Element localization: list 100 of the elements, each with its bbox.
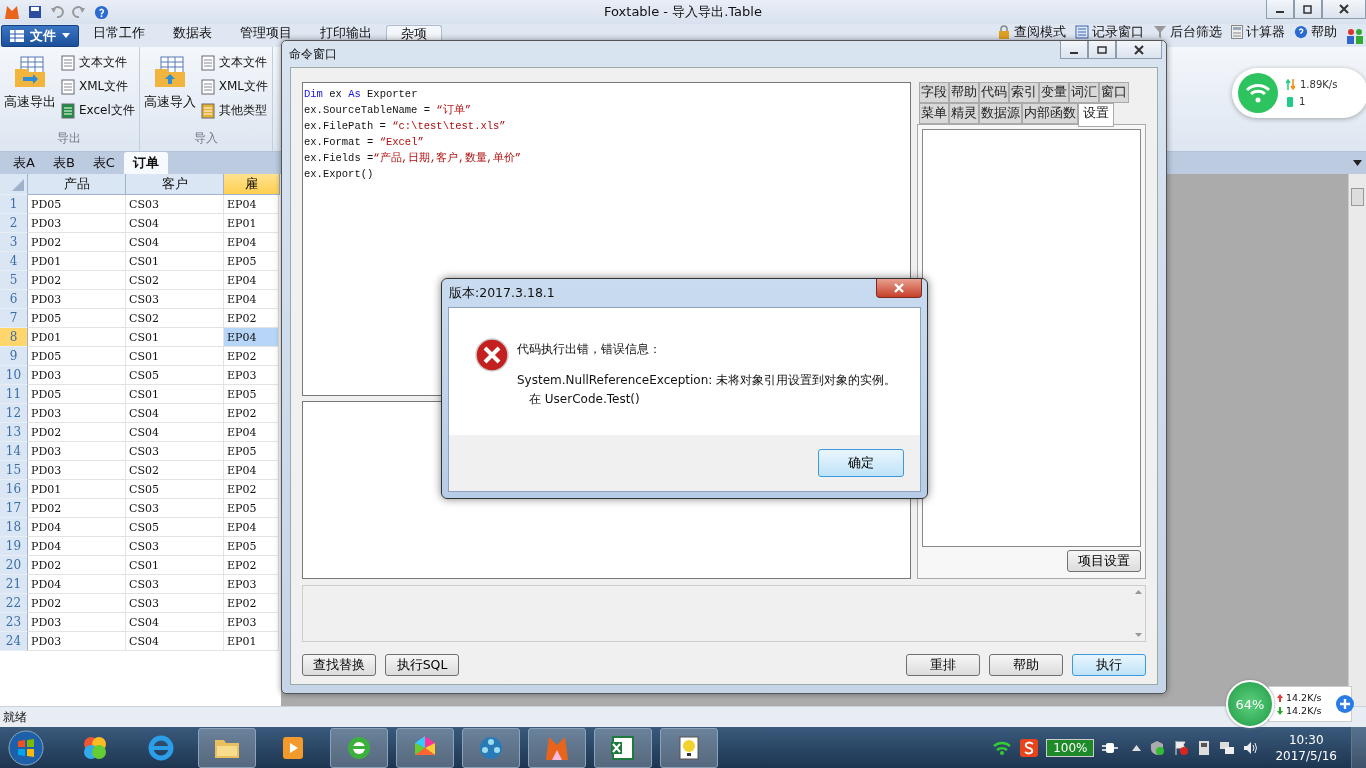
save-icon[interactable] xyxy=(28,5,42,19)
network-widget[interactable]: 1.89K/s 1 xyxy=(1232,68,1366,118)
ok-button[interactable]: 确定 xyxy=(818,449,904,477)
panel-tab[interactable]: 内部函数 xyxy=(1022,103,1078,124)
flag-icon[interactable] xyxy=(1173,739,1190,756)
start-button[interactable] xyxy=(8,729,44,766)
row-number[interactable]: 19 xyxy=(0,537,28,556)
maximize-button[interactable] xyxy=(1088,41,1116,59)
clock-time[interactable]: 10:30 xyxy=(1288,731,1324,748)
panel-tab[interactable]: 代码 xyxy=(979,82,1009,103)
panel-tab[interactable]: 变量 xyxy=(1039,82,1069,103)
sheet-tab[interactable]: 表B xyxy=(43,152,84,174)
column-header[interactable]: 客户 xyxy=(126,174,224,195)
ribbon-tab[interactable]: 数据表 xyxy=(159,25,226,40)
toolbar-link[interactable]: 记录窗口 xyxy=(1075,25,1144,39)
taskbar-app-button[interactable] xyxy=(660,727,718,768)
scrollbar[interactable] xyxy=(1348,174,1366,706)
clock-date[interactable]: 2017/5/16 xyxy=(1275,747,1337,764)
row-number[interactable]: 8 xyxy=(0,328,28,347)
panel-tab[interactable]: 词汇 xyxy=(1069,82,1099,103)
shield-icon[interactable] xyxy=(1149,739,1166,756)
row-number[interactable]: 4 xyxy=(0,252,28,271)
taskbar-app-button[interactable] xyxy=(528,727,586,768)
network-icon[interactable] xyxy=(1219,739,1236,756)
command-button[interactable]: 执行 xyxy=(1072,654,1146,676)
toolbar-link[interactable]: 计算器 xyxy=(1231,25,1285,39)
taskbar-app-button[interactable] xyxy=(462,727,520,768)
taskbar-app-button[interactable] xyxy=(594,727,652,768)
row-number[interactable]: 9 xyxy=(0,347,28,366)
panel-tab[interactable]: 精灵 xyxy=(949,103,979,124)
command-button[interactable]: 帮助 xyxy=(989,654,1063,676)
row-number[interactable]: 2 xyxy=(0,214,28,233)
ribbon-big-button[interactable]: 高速导入 xyxy=(143,51,196,130)
ribbon-button[interactable]: XML文件 xyxy=(60,78,135,95)
ribbon-tab[interactable]: 管理项目 xyxy=(226,25,306,40)
minimize-button[interactable] xyxy=(1266,0,1294,19)
close-button[interactable] xyxy=(1116,41,1162,59)
row-number[interactable]: 23 xyxy=(0,613,28,632)
ribbon-button[interactable]: Excel文件 xyxy=(60,102,135,119)
ribbon-big-button[interactable]: 高速导出 xyxy=(4,51,56,130)
row-number[interactable]: 6 xyxy=(0,290,28,309)
file-menu-button[interactable]: 文件 xyxy=(1,24,79,47)
ribbon-tab[interactable]: 打印输出 xyxy=(306,25,386,40)
users-icon[interactable] xyxy=(1346,26,1364,45)
taskbar-app-button[interactable] xyxy=(396,727,454,768)
help-icon[interactable] xyxy=(94,4,109,20)
row-number[interactable]: 15 xyxy=(0,461,28,480)
ribbon-tab[interactable]: 日常工作 xyxy=(79,25,159,40)
command-button[interactable]: 重排 xyxy=(906,654,980,676)
taskbar-app-button[interactable] xyxy=(198,727,256,768)
row-number[interactable]: 11 xyxy=(0,385,28,404)
minimize-button[interactable] xyxy=(1060,41,1088,59)
column-header[interactable]: 产品 xyxy=(28,174,126,195)
sheet-tab[interactable]: 表C xyxy=(83,152,124,174)
row-number[interactable]: 1 xyxy=(0,195,28,214)
panel-tab[interactable]: 菜单 xyxy=(919,103,949,124)
sheet-tab[interactable]: 订单 xyxy=(123,152,168,174)
ribbon-tab[interactable]: 杂项 xyxy=(386,25,442,41)
command-button[interactable]: 执行SQL xyxy=(385,654,459,676)
toolbar-link[interactable]: 后台筛选 xyxy=(1153,25,1222,39)
input-method-icon[interactable] xyxy=(1020,738,1039,757)
toolbar-link[interactable]: 查阅模式 xyxy=(997,25,1066,39)
plus-icon[interactable] xyxy=(1336,695,1354,713)
row-number[interactable]: 18 xyxy=(0,518,28,537)
ribbon-button[interactable]: XML文件 xyxy=(199,78,269,95)
row-number[interactable]: 5 xyxy=(0,271,28,290)
row-number[interactable]: 24 xyxy=(0,632,28,651)
row-number[interactable]: 12 xyxy=(0,404,28,423)
row-number[interactable]: 22 xyxy=(0,594,28,613)
panel-tab[interactable]: 字段 xyxy=(919,82,949,103)
restore-button[interactable] xyxy=(1294,0,1322,19)
row-number[interactable]: 13 xyxy=(0,423,28,442)
close-button[interactable] xyxy=(1322,0,1366,19)
close-button[interactable] xyxy=(876,279,922,298)
battery-indicator[interactable]: 100% xyxy=(1046,738,1095,757)
sheet-tab[interactable]: 表A xyxy=(4,152,44,174)
row-number[interactable]: 16 xyxy=(0,480,28,499)
panel-tab[interactable]: 帮助 xyxy=(949,82,979,103)
ribbon-button[interactable]: 文本文件 xyxy=(60,54,135,71)
dropdown-arrow-icon[interactable] xyxy=(1353,160,1362,166)
row-number[interactable]: 20 xyxy=(0,556,28,575)
device-icon[interactable] xyxy=(1197,739,1212,756)
ribbon-button[interactable]: 文本文件 xyxy=(199,54,269,71)
row-number[interactable]: 7 xyxy=(0,309,28,328)
wifi-icon[interactable] xyxy=(992,739,1013,756)
column-header[interactable]: 雇 xyxy=(224,174,280,195)
ribbon-button[interactable]: 其他类型 xyxy=(199,102,269,119)
row-number[interactable]: 14 xyxy=(0,442,28,461)
show-hidden-icons-icon[interactable] xyxy=(1132,744,1142,751)
plug-icon[interactable] xyxy=(1102,741,1119,754)
toolbar-link[interactable]: 帮助 xyxy=(1294,25,1337,39)
panel-tab[interactable]: 索引 xyxy=(1009,82,1039,103)
row-number[interactable]: 21 xyxy=(0,575,28,594)
panel-tab[interactable]: 窗口 xyxy=(1099,82,1129,103)
command-button[interactable]: 查找替换 xyxy=(302,654,376,676)
row-number[interactable]: 17 xyxy=(0,499,28,518)
panel-tab[interactable]: 数据源 xyxy=(979,103,1022,124)
row-number[interactable]: 10 xyxy=(0,366,28,385)
panel-tab[interactable]: 设置 xyxy=(1078,103,1114,127)
row-number[interactable]: 3 xyxy=(0,233,28,252)
